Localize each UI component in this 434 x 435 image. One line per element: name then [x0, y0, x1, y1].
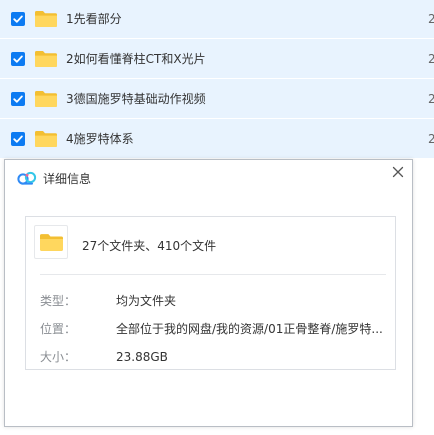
checkbox-checked-icon[interactable] — [11, 131, 25, 146]
divider — [40, 274, 386, 275]
file-meta: 2 — [428, 51, 434, 66]
folder-icon — [35, 90, 57, 107]
file-list: 1先看部分 2 2如何看懂脊柱CT和X光片 2 3德国施罗特基础动作视频 2 4… — [0, 0, 434, 159]
screen: 1先看部分 2 2如何看懂脊柱CT和X光片 2 3德国施罗特基础动作视频 2 4… — [0, 0, 434, 435]
type-value: 均为文件夹 — [116, 294, 177, 308]
checkbox-checked-icon[interactable] — [11, 91, 25, 106]
file-row[interactable]: 1先看部分 2 — [0, 0, 434, 38]
close-icon[interactable] — [391, 165, 405, 179]
folder-icon — [35, 11, 57, 27]
file-row[interactable]: 3德国施罗特基础动作视频 2 — [0, 79, 434, 118]
file-meta: 2 — [428, 91, 434, 106]
details-panel: 27个文件夹、410个文件 类型： 均为文件夹 位置： 全部位于我的网盘/我的资… — [25, 216, 396, 370]
file-name[interactable]: 2如何看懂脊柱CT和X光片 — [66, 51, 206, 67]
folder-icon — [35, 130, 57, 147]
checkbox-checked-icon[interactable] — [11, 51, 25, 66]
checkbox-checked-icon[interactable] — [11, 12, 25, 26]
selection-summary: 27个文件夹、410个文件 — [82, 239, 217, 253]
size-label: 大小： — [40, 350, 77, 364]
details-dialog: 详细信息 27个文件夹、410个文件 类型： 均为文件夹 位置： 全部位于我的网… — [4, 159, 413, 427]
size-value: 23.88GB — [116, 350, 168, 364]
folder-icon — [40, 234, 63, 251]
location-value: 全部位于我的网盘/我的资源/01正骨整脊/施罗特... — [116, 322, 383, 336]
file-name[interactable]: 1先看部分 — [66, 11, 122, 27]
location-label: 位置： — [40, 322, 77, 336]
file-name[interactable]: 4施罗特体系 — [66, 131, 134, 147]
selection-thumbnail — [34, 225, 68, 259]
folder-icon — [35, 50, 57, 67]
file-name[interactable]: 3德国施罗特基础动作视频 — [66, 91, 206, 107]
file-row[interactable]: 2如何看懂脊柱CT和X光片 2 — [0, 39, 434, 78]
dialog-titlebar[interactable]: 详细信息 — [5, 160, 412, 196]
file-meta: 2 — [428, 12, 434, 26]
cloud-logo-icon — [17, 171, 37, 185]
file-row[interactable]: 4施罗特体系 2 — [0, 119, 434, 158]
type-label: 类型： — [40, 294, 77, 308]
file-meta: 2 — [428, 131, 434, 146]
dialog-title: 详细信息 — [43, 172, 92, 186]
